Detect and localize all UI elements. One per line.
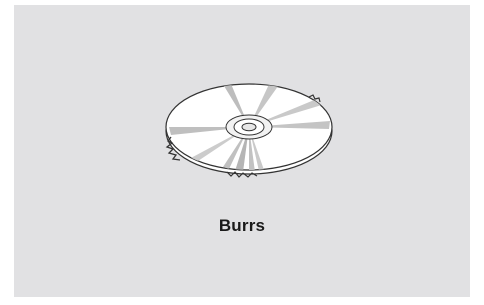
- disc-icon: [149, 71, 349, 191]
- disc-burrs-graphic: [165, 83, 333, 178]
- burrs-caption: Burrs: [218, 216, 266, 235]
- illustration-panel: Burrs: [14, 5, 470, 297]
